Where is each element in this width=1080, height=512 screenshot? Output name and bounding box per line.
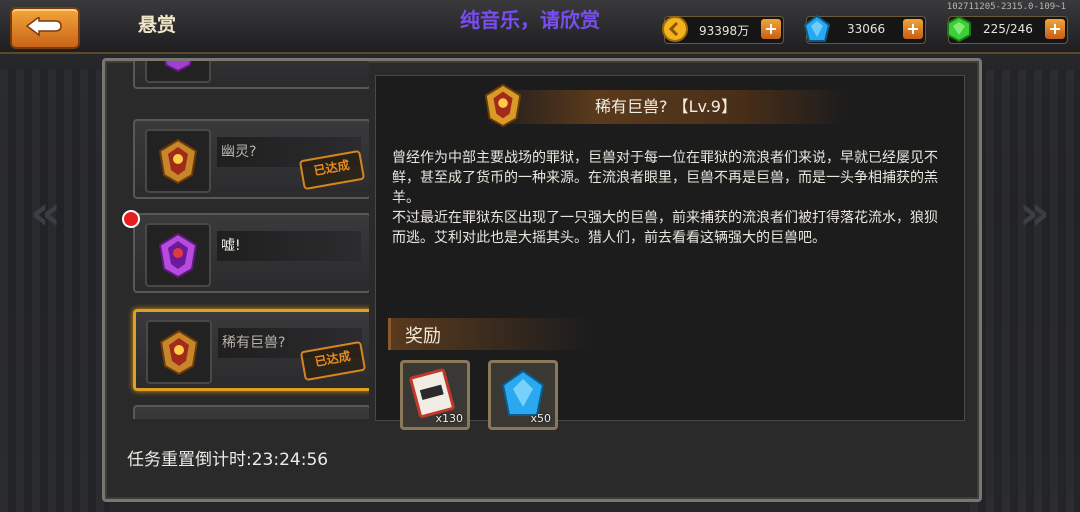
quest-item[interactable]: 幽灵? 已达成 [133, 119, 369, 199]
quest-list[interactable]: 幽灵? 已达成 嘘! 稀有巨兽? 已达成 [123, 61, 369, 419]
diamond-resource: 33066 + [803, 14, 926, 44]
back-button[interactable] [10, 7, 80, 49]
notification-dot [122, 210, 140, 228]
gold-add-button[interactable]: + [761, 19, 781, 39]
gold-badge-icon [145, 129, 211, 193]
quest-detail: 稀有巨兽? 【Lv.9】 曾经作为中部主要战场的罪狱，巨兽对于每一位在罪狱的流浪… [375, 75, 965, 430]
gold-badge-icon [484, 83, 522, 128]
quest-title: 嘘! [217, 231, 361, 261]
blue-gem-icon [803, 14, 831, 42]
detail-title-bar: 稀有巨兽? 【Lv.9】 [486, 90, 846, 124]
green-gem-icon [947, 15, 971, 43]
diamond-add-button[interactable]: + [903, 19, 923, 39]
build-id-text: 102711205-2315.0-109~1 [946, 2, 1066, 12]
quest-item-partial[interactable] [133, 61, 369, 89]
gold-badge-icon [146, 320, 212, 384]
purple-badge-icon [145, 223, 211, 287]
page-title: 悬赏 [138, 14, 177, 36]
energy-resource: 225/246 + [947, 15, 1068, 44]
reward-ticket[interactable]: x130 [400, 360, 470, 430]
reward-header: 奖励 [388, 318, 591, 350]
energy-add-button[interactable]: + [1045, 19, 1065, 39]
top-bar: 悬赏 纯音乐，请欣赏 102711205-2315.0-109~1 93398万… [0, 0, 1080, 54]
quest-item[interactable]: 嘘! [133, 213, 369, 293]
background-left-panel [0, 70, 110, 512]
reset-countdown: 任务重置倒计时:23:24:56 [127, 450, 329, 470]
energy-value: 225/246 [983, 22, 1033, 36]
reward-title: 奖励 [405, 326, 441, 347]
quest-item-selected[interactable]: 稀有巨兽? 已达成 [133, 309, 369, 391]
quest-description: 曾经作为中部主要战场的罪狱，巨兽对于每一位在罪狱的流浪者们来说，早就已经屡见不鲜… [392, 150, 938, 246]
gold-resource: 93398万 + [662, 16, 784, 44]
quest-item-partial[interactable] [133, 405, 369, 419]
gold-value: 93398万 [699, 24, 750, 38]
left-chevron-decoration-icon: « [30, 185, 62, 241]
music-notice: 纯音乐，请欣赏 [460, 8, 600, 32]
purple-badge-icon [145, 61, 211, 83]
background-right-panel [970, 70, 1080, 512]
gold-coin-icon [662, 16, 688, 42]
reward-quantity: x50 [530, 412, 551, 425]
diamond-value: 33066 [847, 22, 886, 36]
detail-title: 稀有巨兽? 【Lv.9】 [595, 97, 737, 116]
reward-diamond[interactable]: x50 [488, 360, 558, 430]
reward-quantity: x130 [435, 412, 463, 425]
back-arrow-icon [25, 17, 62, 37]
right-chevron-decoration-icon: » [1018, 185, 1050, 241]
bounty-panel: 幽灵? 已达成 嘘! 稀有巨兽? 已达成 稀有巨兽? 【Lv.9】 曾经作为中部… [102, 58, 982, 502]
